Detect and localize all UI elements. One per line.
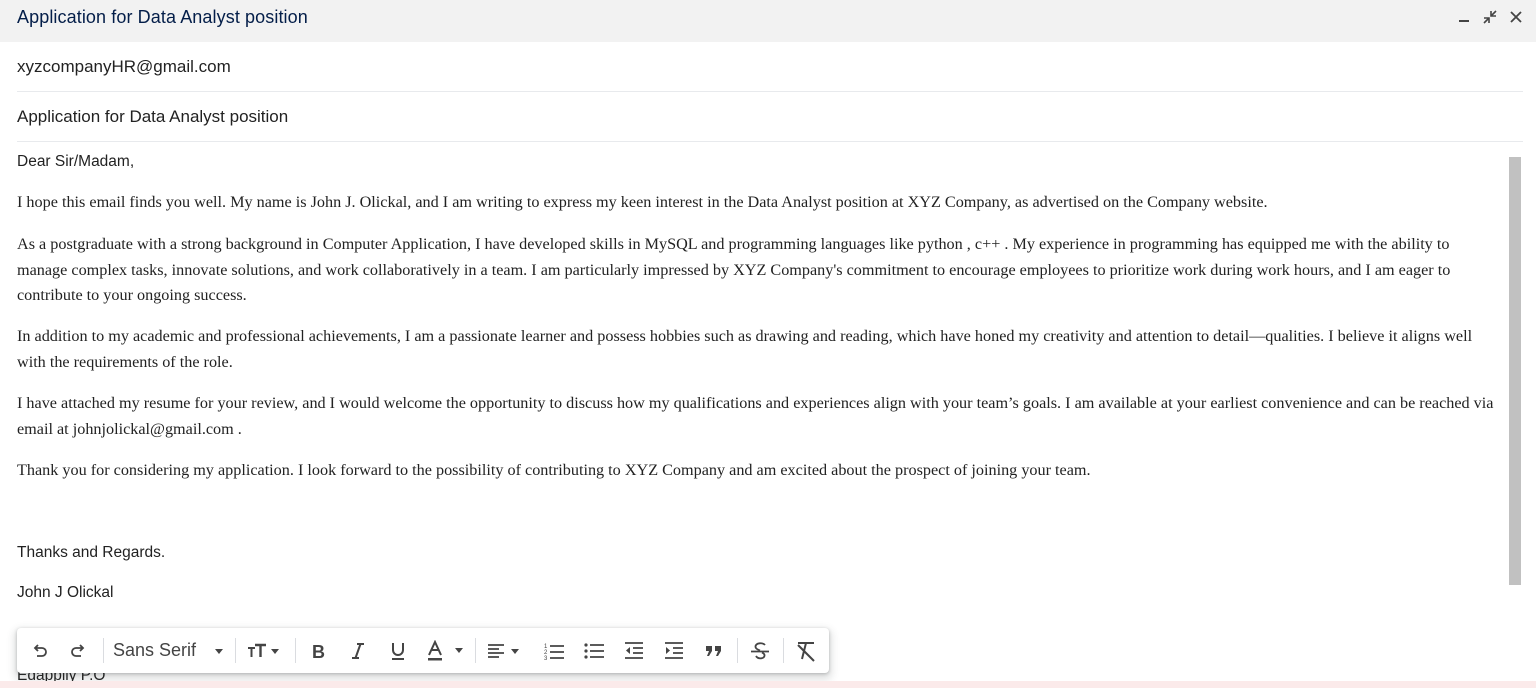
bulleted-list-icon[interactable] bbox=[579, 628, 609, 673]
undo-icon[interactable] bbox=[25, 628, 55, 673]
formatting-toolbar: Sans Serif B 1 2 3 bbox=[17, 628, 829, 673]
redo-icon[interactable] bbox=[63, 628, 93, 673]
message-body-editor[interactable]: Dear Sir/Madam, I hope this email finds … bbox=[17, 142, 1507, 688]
toolbar-divider bbox=[103, 638, 104, 663]
body-paragraph-3: In addition to my academic and professio… bbox=[17, 327, 1473, 371]
window-controls bbox=[1454, 7, 1526, 27]
toolbar-divider bbox=[235, 638, 236, 663]
toolbar-divider bbox=[737, 638, 738, 663]
underline-icon[interactable] bbox=[383, 628, 413, 673]
toolbar-divider bbox=[783, 638, 784, 663]
body-paragraph-5: Thank you for considering my application… bbox=[17, 461, 1091, 479]
text-color-icon[interactable] bbox=[423, 628, 467, 673]
signature-name: John J Olickal bbox=[17, 584, 114, 601]
recipient-address: xyzcompanyHR@gmail.com bbox=[17, 56, 231, 76]
subject-text: Application for Data Analyst position bbox=[17, 106, 289, 126]
font-family-label: Sans Serif bbox=[113, 640, 197, 660]
compose-window-title: Application for Data Analyst position bbox=[17, 7, 308, 27]
bottom-edge-strip bbox=[0, 681, 1536, 688]
indent-less-icon[interactable] bbox=[619, 628, 649, 673]
quote-icon[interactable] bbox=[699, 628, 729, 673]
remove-formatting-icon[interactable] bbox=[791, 628, 821, 673]
toolbar-divider bbox=[295, 638, 296, 663]
italic-icon[interactable] bbox=[343, 628, 373, 673]
text-size-icon[interactable] bbox=[243, 628, 287, 673]
font-family-select[interactable]: Sans Serif bbox=[111, 628, 229, 673]
body-paragraph-4: I have attached my resume for your revie… bbox=[17, 394, 1494, 438]
body-paragraph-2: As a postgraduate with a strong backgrou… bbox=[17, 235, 1451, 304]
closing-text: Thanks and Regards. bbox=[17, 544, 166, 561]
to-field[interactable]: xyzcompanyHR@gmail.com bbox=[17, 42, 1523, 92]
minimize-icon[interactable] bbox=[1454, 7, 1474, 27]
bold-icon[interactable]: B bbox=[303, 628, 333, 673]
strikethrough-icon[interactable] bbox=[745, 628, 775, 673]
toolbar-divider bbox=[475, 638, 476, 663]
body-scrollbar-thumb[interactable] bbox=[1509, 157, 1521, 585]
exit-fullscreen-icon[interactable] bbox=[1480, 7, 1500, 27]
body-paragraph-1: I hope this email finds you well. My nam… bbox=[17, 193, 1268, 211]
numbered-list-icon[interactable]: 1 2 3 bbox=[539, 628, 569, 673]
greeting-text: Dear Sir/Madam, bbox=[17, 153, 135, 170]
align-icon[interactable] bbox=[483, 628, 527, 673]
svg-text:B: B bbox=[312, 642, 325, 661]
subject-field[interactable]: Application for Data Analyst position bbox=[17, 92, 1523, 142]
indent-more-icon[interactable] bbox=[659, 628, 689, 673]
compose-title-bar[interactable]: Application for Data Analyst position bbox=[0, 0, 1536, 42]
close-icon[interactable] bbox=[1506, 7, 1526, 27]
chevron-down-icon bbox=[215, 648, 223, 654]
svg-text:3: 3 bbox=[544, 656, 548, 661]
